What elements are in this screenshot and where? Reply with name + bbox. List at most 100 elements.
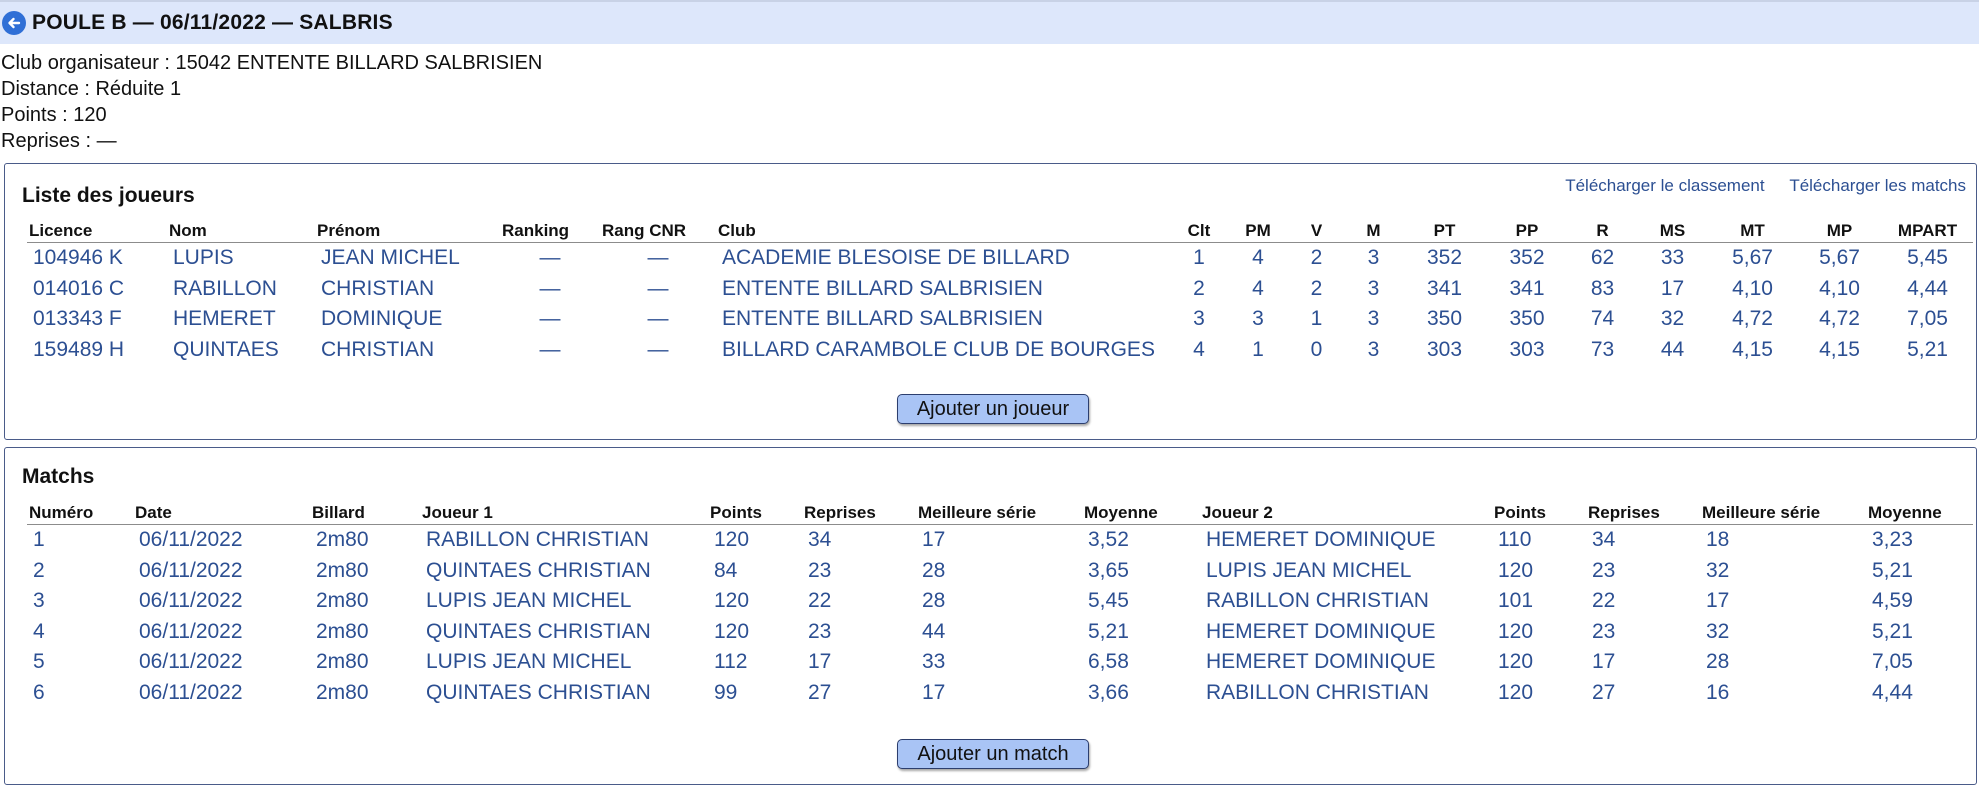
player2-average[interactable]: 5,21 — [1866, 556, 1973, 587]
licence-link[interactable]: 013343 F — [27, 304, 167, 335]
player-row[interactable]: 013343 F HEMERET DOMINIQUE — — ENTENTE B… — [27, 304, 1973, 335]
player1-best-series[interactable]: 28 — [916, 556, 1082, 587]
player1-best-series[interactable]: 33 — [916, 647, 1082, 678]
ranking-cell[interactable]: — — [500, 243, 600, 274]
pm-cell[interactable]: 1 — [1227, 335, 1289, 366]
rang-cnr-cell[interactable]: — — [600, 243, 716, 274]
player2-points[interactable]: 120 — [1492, 556, 1586, 587]
licence-link[interactable]: 014016 C — [27, 274, 167, 305]
col-meilleure-serie-2[interactable]: Meilleure série — [1700, 502, 1866, 525]
player-row[interactable]: 159489 H QUINTAES CHRISTIAN — — BILLARD … — [27, 335, 1973, 366]
player2-best-series[interactable]: 28 — [1700, 647, 1866, 678]
ranking-cell[interactable]: — — [500, 304, 600, 335]
player1-reprises[interactable]: 23 — [802, 556, 916, 587]
prenom-link[interactable]: DOMINIQUE — [315, 304, 500, 335]
match-row[interactable]: 6 06/11/2022 2m80 QUINTAES CHRISTIAN 99 … — [27, 678, 1973, 709]
col-billard[interactable]: Billard — [310, 502, 420, 525]
pp-cell[interactable]: 350 — [1486, 304, 1568, 335]
col-pt[interactable]: PT — [1403, 220, 1486, 243]
download-ranking-link[interactable]: Télécharger le classement — [1565, 176, 1764, 195]
download-matches-link[interactable]: Télécharger les matchs — [1789, 176, 1966, 195]
player2-link[interactable]: HEMERET DOMINIQUE — [1200, 617, 1492, 648]
player2-points[interactable]: 110 — [1492, 525, 1586, 556]
match-row[interactable]: 5 06/11/2022 2m80 LUPIS JEAN MICHEL 112 … — [27, 647, 1973, 678]
mt-cell[interactable]: 4,15 — [1708, 335, 1797, 366]
player2-link[interactable]: RABILLON CHRISTIAN — [1200, 586, 1492, 617]
col-moyenne-2[interactable]: Moyenne — [1866, 502, 1973, 525]
mt-cell[interactable]: 5,67 — [1708, 243, 1797, 274]
player1-best-series[interactable]: 17 — [916, 525, 1082, 556]
col-ms[interactable]: MS — [1637, 220, 1708, 243]
player1-points[interactable]: 120 — [708, 586, 802, 617]
r-cell[interactable]: 62 — [1568, 243, 1637, 274]
v-cell[interactable]: 0 — [1289, 335, 1344, 366]
player1-reprises[interactable]: 22 — [802, 586, 916, 617]
match-row[interactable]: 2 06/11/2022 2m80 QUINTAES CHRISTIAN 84 … — [27, 556, 1973, 587]
match-date[interactable]: 06/11/2022 — [133, 525, 310, 556]
player1-points[interactable]: 84 — [708, 556, 802, 587]
player2-average[interactable]: 7,05 — [1866, 647, 1973, 678]
player1-average[interactable]: 6,58 — [1082, 647, 1200, 678]
match-date[interactable]: 06/11/2022 — [133, 647, 310, 678]
player2-best-series[interactable]: 17 — [1700, 586, 1866, 617]
club-link[interactable]: ENTENTE BILLARD SALBRISIEN — [716, 274, 1171, 305]
col-prenom[interactable]: Prénom — [315, 220, 500, 243]
player1-link[interactable]: LUPIS JEAN MICHEL — [420, 647, 708, 678]
col-date[interactable]: Date — [133, 502, 310, 525]
match-number-link[interactable]: 5 — [27, 647, 133, 678]
player1-reprises[interactable]: 34 — [802, 525, 916, 556]
r-cell[interactable]: 74 — [1568, 304, 1637, 335]
player1-reprises[interactable]: 17 — [802, 647, 916, 678]
col-rang-cnr[interactable]: Rang CNR — [600, 220, 716, 243]
player2-points[interactable]: 120 — [1492, 678, 1586, 709]
match-billard[interactable]: 2m80 — [310, 617, 420, 648]
match-date[interactable]: 06/11/2022 — [133, 678, 310, 709]
player1-points[interactable]: 99 — [708, 678, 802, 709]
player1-reprises[interactable]: 27 — [802, 678, 916, 709]
rang-cnr-cell[interactable]: — — [600, 304, 716, 335]
match-number-link[interactable]: 3 — [27, 586, 133, 617]
m-cell[interactable]: 3 — [1344, 335, 1403, 366]
col-mp[interactable]: MP — [1797, 220, 1882, 243]
back-arrow-icon[interactable] — [2, 11, 26, 35]
player1-link[interactable]: RABILLON CHRISTIAN — [420, 525, 708, 556]
player2-link[interactable]: RABILLON CHRISTIAN — [1200, 678, 1492, 709]
ranking-cell[interactable]: — — [500, 274, 600, 305]
licence-link[interactable]: 104946 K — [27, 243, 167, 274]
match-number-link[interactable]: 6 — [27, 678, 133, 709]
match-date[interactable]: 06/11/2022 — [133, 617, 310, 648]
ranking-cell[interactable]: — — [500, 335, 600, 366]
ms-cell[interactable]: 44 — [1637, 335, 1708, 366]
col-points-1[interactable]: Points — [708, 502, 802, 525]
prenom-link[interactable]: JEAN MICHEL — [315, 243, 500, 274]
nom-link[interactable]: LUPIS — [167, 243, 315, 274]
clt-cell[interactable]: 4 — [1171, 335, 1227, 366]
pt-cell[interactable]: 341 — [1403, 274, 1486, 305]
m-cell[interactable]: 3 — [1344, 274, 1403, 305]
v-cell[interactable]: 1 — [1289, 304, 1344, 335]
club-link[interactable]: ENTENTE BILLARD SALBRISIEN — [716, 304, 1171, 335]
ms-cell[interactable]: 33 — [1637, 243, 1708, 274]
player2-reprises[interactable]: 23 — [1586, 556, 1700, 587]
col-licence[interactable]: Licence — [27, 220, 167, 243]
col-numero[interactable]: Numéro — [27, 502, 133, 525]
player1-average[interactable]: 5,45 — [1082, 586, 1200, 617]
pm-cell[interactable]: 3 — [1227, 304, 1289, 335]
match-date[interactable]: 06/11/2022 — [133, 586, 310, 617]
player1-link[interactable]: QUINTAES CHRISTIAN — [420, 617, 708, 648]
match-number-link[interactable]: 2 — [27, 556, 133, 587]
player2-points[interactable]: 120 — [1492, 617, 1586, 648]
ms-cell[interactable]: 32 — [1637, 304, 1708, 335]
player-row[interactable]: 014016 C RABILLON CHRISTIAN — — ENTENTE … — [27, 274, 1973, 305]
v-cell[interactable]: 2 — [1289, 243, 1344, 274]
match-number-link[interactable]: 1 — [27, 525, 133, 556]
club-link[interactable]: BILLARD CARAMBOLE CLUB DE BOURGES — [716, 335, 1171, 366]
mp-cell[interactable]: 4,15 — [1797, 335, 1882, 366]
prenom-link[interactable]: CHRISTIAN — [315, 274, 500, 305]
match-billard[interactable]: 2m80 — [310, 678, 420, 709]
m-cell[interactable]: 3 — [1344, 304, 1403, 335]
player2-points[interactable]: 101 — [1492, 586, 1586, 617]
player2-best-series[interactable]: 32 — [1700, 617, 1866, 648]
match-date[interactable]: 06/11/2022 — [133, 556, 310, 587]
add-match-button[interactable]: Ajouter un match — [897, 739, 1089, 769]
